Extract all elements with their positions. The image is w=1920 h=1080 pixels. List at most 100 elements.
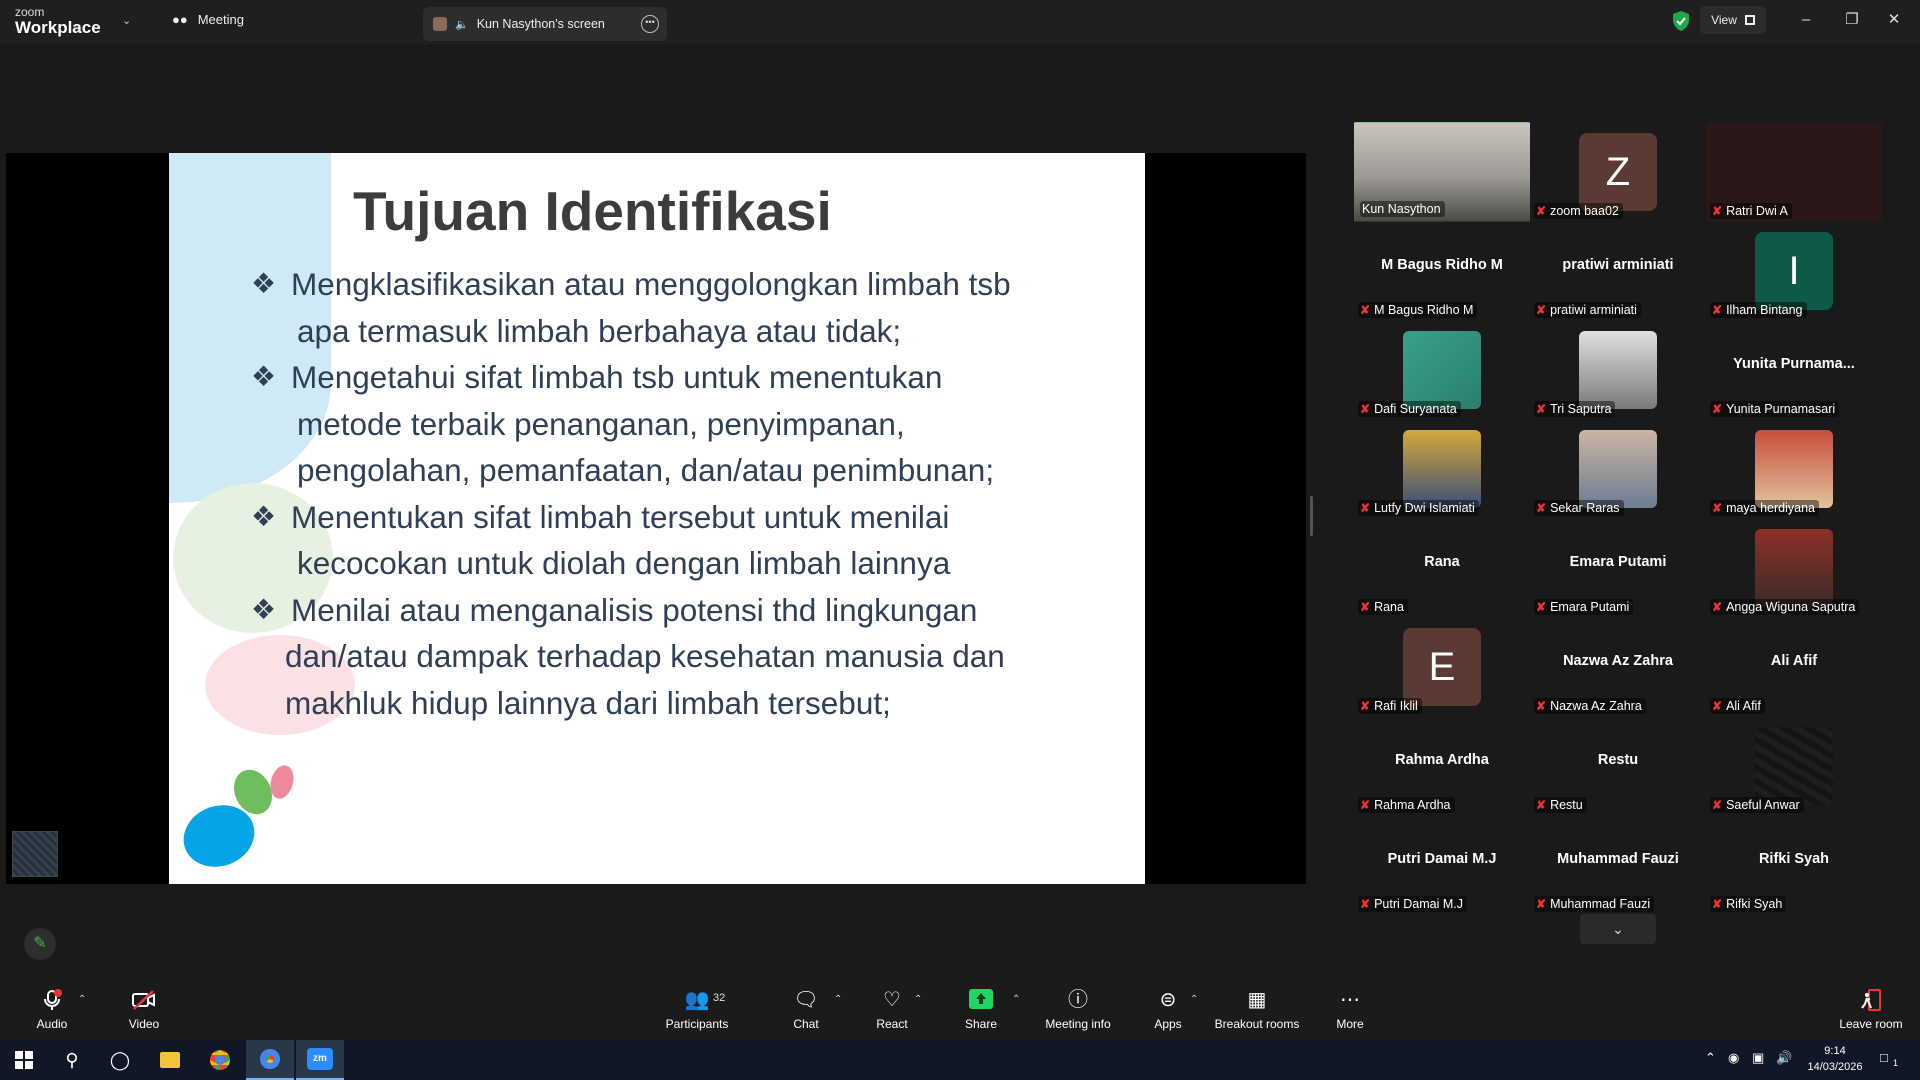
- meeting-tab[interactable]: ●● Meeting: [172, 12, 244, 27]
- gallery-scroll-down-icon[interactable]: ⌄: [1580, 914, 1656, 944]
- participant-display-name: Yunita Purnama...: [1733, 356, 1855, 372]
- apps-button[interactable]: ⊜ Apps: [1150, 988, 1186, 1031]
- participant-name: pratiwi arminiati: [1550, 303, 1637, 317]
- participant-tile[interactable]: ✘ maya herdiyana: [1706, 419, 1882, 518]
- windows-start-icon[interactable]: [0, 1040, 48, 1080]
- participant-tile[interactable]: Muhammad Fauzi ✘ Muhammad Fauzi: [1530, 815, 1706, 914]
- network-icon[interactable]: ▣: [1752, 1050, 1764, 1066]
- shield-icon[interactable]: [1670, 10, 1692, 32]
- participant-display-name: Muhammad Fauzi: [1557, 851, 1679, 867]
- participant-display-name: Nazwa Az Zahra: [1563, 653, 1673, 669]
- share-label: Share: [964, 1017, 998, 1031]
- participant-tile[interactable]: Ali Afif ✘ Ali Afif: [1706, 617, 1882, 716]
- participant-tile[interactable]: ✘ Lutfy Dwi Islamiati: [1354, 419, 1530, 518]
- breakout-rooms-button[interactable]: ▦ Breakout rooms: [1212, 988, 1302, 1031]
- participant-tile[interactable]: Kun Nasython: [1354, 122, 1530, 221]
- file-explorer-icon[interactable]: [146, 1040, 194, 1080]
- chevron-down-icon[interactable]: ⌄: [122, 14, 131, 27]
- annotate-pencil-icon[interactable]: ✎: [24, 928, 56, 960]
- system-clock[interactable]: 9:14 14/03/2026: [1800, 1043, 1870, 1075]
- participant-name: M Bagus Ridho M: [1374, 303, 1474, 317]
- self-view-thumbnail[interactable]: [12, 831, 58, 877]
- participant-tile[interactable]: Yunita Purnama... ✘ Yunita Purnamasari: [1706, 320, 1882, 419]
- diamond-bullet-icon: ❖: [251, 500, 277, 532]
- participant-display-name: pratiwi arminiati: [1562, 257, 1674, 273]
- participant-name-label: ✘ Angga Wiguna Saputra: [1710, 599, 1860, 615]
- shared-screen[interactable]: Tujuan Identifikasi ❖ Mengklasifikasikan…: [6, 153, 1306, 884]
- audio-options-caret-icon[interactable]: ⌃: [78, 994, 86, 1005]
- task-view-icon[interactable]: ◯: [96, 1040, 144, 1080]
- participant-tile[interactable]: Putri Damai M.J ✘ Putri Damai M.J: [1354, 815, 1530, 914]
- screen-share-tab[interactable]: 🔈 Kun Nasython's screen •••: [423, 7, 667, 41]
- apps-options-caret-icon[interactable]: ⌃: [1190, 994, 1198, 1005]
- participant-name: Putri Damai M.J: [1374, 897, 1463, 911]
- participant-tile[interactable]: M Bagus Ridho M ✘ M Bagus Ridho M: [1354, 221, 1530, 320]
- react-button[interactable]: ♡ React: [872, 988, 912, 1031]
- leave-room-button[interactable]: Leave room: [1838, 988, 1904, 1031]
- participant-tile[interactable]: Z ✘ zoom baa02: [1530, 122, 1706, 221]
- muted-mic-icon: ✘: [1536, 600, 1547, 614]
- participant-display-name: Rana: [1424, 554, 1460, 570]
- participant-tile[interactable]: ✘ Saeful Anwar: [1706, 716, 1882, 815]
- meeting-info-button[interactable]: ⓘ Meeting info: [1040, 988, 1116, 1031]
- share-button[interactable]: Share: [962, 988, 1000, 1031]
- windows-taskbar: ⚲ ◯ zm ⌃ ◉ ▣ 🔊 9:14 14/03/2026 □ 1: [0, 1040, 1920, 1080]
- volume-icon[interactable]: 🔊: [1776, 1050, 1792, 1066]
- participant-tile[interactable]: ✘ Dafi Suryanata: [1354, 320, 1530, 419]
- chat-options-caret-icon[interactable]: ⌃: [834, 994, 842, 1005]
- diamond-bullet-icon: ❖: [251, 593, 277, 625]
- participant-video: [1755, 528, 1833, 607]
- muted-mic-icon: ✘: [1536, 501, 1547, 515]
- chrome-icon[interactable]: [196, 1040, 244, 1080]
- splitter-handle[interactable]: [1310, 496, 1313, 536]
- video-button[interactable]: Video: [122, 988, 166, 1031]
- more-button[interactable]: ⋯ More: [1332, 988, 1368, 1031]
- participant-tile[interactable]: ✘ Sekar Raras: [1530, 419, 1706, 518]
- participant-display-name: Rifki Syah: [1758, 851, 1830, 867]
- participant-name-label: ✘ zoom baa02: [1534, 203, 1623, 219]
- zoom-app-icon[interactable]: zm: [296, 1040, 344, 1080]
- meeting-toolbar: Audio ⌃ Video 👥 Participants 32 🗨 Chat ⌃…: [0, 980, 1920, 1038]
- participant-tile[interactable]: E ✘ Rafi Iklil: [1354, 617, 1530, 716]
- minimize-icon[interactable]: –: [1786, 8, 1826, 32]
- participant-name: Rifki Syah: [1726, 897, 1783, 911]
- view-button[interactable]: View: [1700, 6, 1766, 34]
- participant-name-label: ✘ Lutfy Dwi Islamiati: [1358, 500, 1479, 516]
- participant-tile[interactable]: Emara Putami ✘ Emara Putami: [1530, 518, 1706, 617]
- participant-display-name: Restu: [1597, 752, 1639, 768]
- participant-tile[interactable]: ✘ Angga Wiguna Saputra: [1706, 518, 1882, 617]
- zoom-logo[interactable]: zoom Workplace: [15, 6, 101, 36]
- participant-tile[interactable]: Restu ✘ Restu: [1530, 716, 1706, 815]
- participant-tile[interactable]: Rifki Syah ✘ Rifki Syah: [1706, 815, 1882, 914]
- participant-name-label: ✘ Sekar Raras: [1534, 500, 1624, 516]
- participant-tile[interactable]: Rahma Ardha ✘ Rahma Ardha: [1354, 716, 1530, 815]
- more-label: More: [1336, 1017, 1364, 1031]
- participant-tile[interactable]: Rana ✘ Rana: [1354, 518, 1530, 617]
- participant-name: Rafi Iklil: [1374, 699, 1418, 713]
- chrome-profile-icon[interactable]: [246, 1040, 294, 1080]
- notification-icon[interactable]: □: [1880, 1050, 1888, 1065]
- search-icon[interactable]: ⚲: [48, 1040, 96, 1080]
- participant-tile[interactable]: Nazwa Az Zahra ✘ Nazwa Az Zahra: [1530, 617, 1706, 716]
- audio-button[interactable]: Audio: [30, 988, 74, 1031]
- more-options-icon[interactable]: •••: [641, 15, 659, 33]
- participant-name-label: ✘ Dafi Suryanata: [1358, 401, 1461, 417]
- leave-room-label: Leave room: [1839, 1017, 1903, 1031]
- muted-mic-icon: ✘: [1360, 897, 1371, 911]
- participant-tile[interactable]: ✘ Tri Saputra: [1530, 320, 1706, 419]
- clock-date: 14/03/2026: [1807, 1061, 1863, 1073]
- chat-button[interactable]: 🗨 Chat: [786, 988, 826, 1031]
- participant-tile[interactable]: ✘ Ratri Dwi A: [1706, 122, 1882, 221]
- participant-name-label: ✘ Ali Afif: [1710, 698, 1765, 714]
- participant-tile[interactable]: I ✘ Ilham Bintang: [1706, 221, 1882, 320]
- slide-bullet: ❖ Mengklasifikasikan atau menggolongkan …: [251, 261, 1131, 354]
- share-options-caret-icon[interactable]: ⌃: [1012, 994, 1020, 1005]
- participant-name-label: ✘ Nazwa Az Zahra: [1534, 698, 1646, 714]
- react-options-caret-icon[interactable]: ⌃: [914, 994, 922, 1005]
- close-icon[interactable]: ✕: [1874, 8, 1914, 32]
- record-icon[interactable]: ◉: [1728, 1050, 1739, 1066]
- tray-chevron-icon[interactable]: ⌃: [1705, 1050, 1716, 1066]
- participant-tile[interactable]: pratiwi arminiati ✘ pratiwi arminiati: [1530, 221, 1706, 320]
- participant-name: zoom baa02: [1550, 204, 1619, 218]
- restore-icon[interactable]: ❐: [1832, 8, 1872, 32]
